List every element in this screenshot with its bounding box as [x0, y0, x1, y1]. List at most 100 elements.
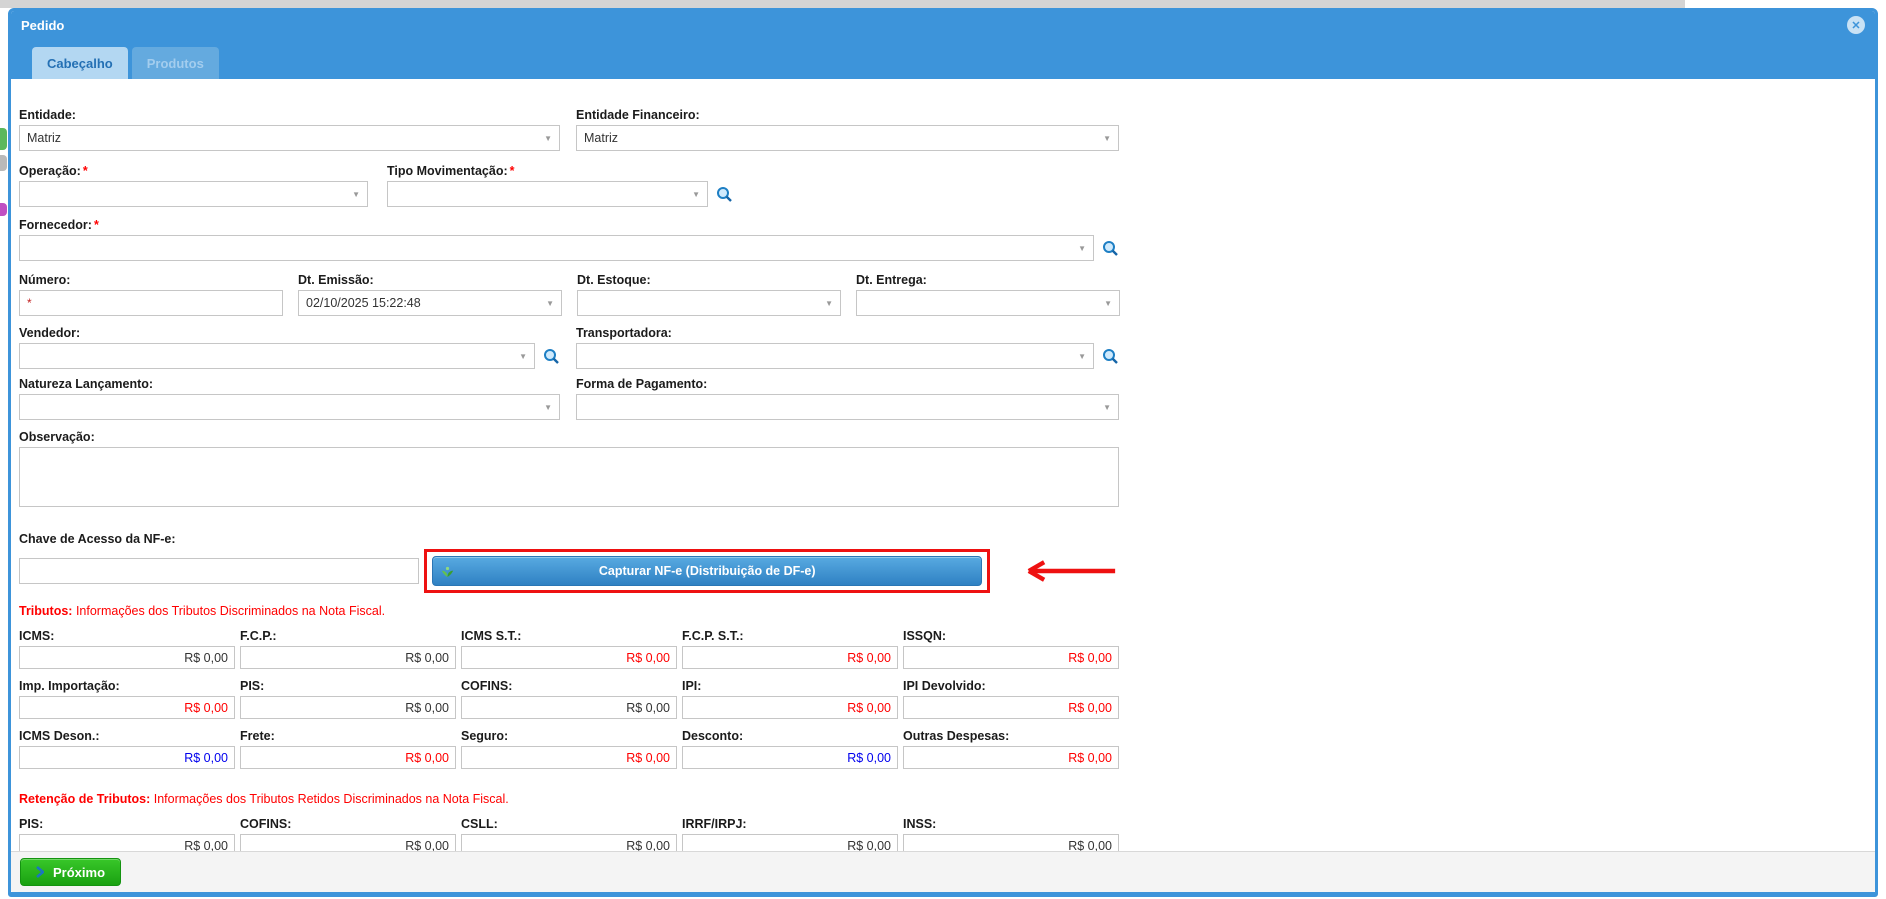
tax-field-label: F.C.P.:: [240, 628, 456, 644]
tax-field-label: Desconto:: [682, 728, 898, 744]
tax-field: IPI:R$ 0,00: [682, 678, 898, 719]
tax-value-input[interactable]: R$ 0,00: [461, 646, 677, 669]
tab-produtos[interactable]: Produtos: [132, 47, 219, 79]
tax-value-input[interactable]: R$ 0,00: [240, 834, 456, 851]
chevron-down-icon[interactable]: ▼: [825, 299, 833, 308]
tabstrip: Cabeçalho Produtos: [11, 39, 1875, 79]
tax-field-label: ICMS S.T.:: [461, 628, 677, 644]
search-icon[interactable]: [543, 348, 560, 365]
chevron-down-icon[interactable]: ▼: [519, 352, 527, 361]
tax-value-input[interactable]: R$ 0,00: [903, 646, 1119, 669]
next-chevron-icon: [36, 866, 44, 878]
tax-field: ICMS: R$ 0,00: [19, 628, 235, 669]
tax-value-input[interactable]: R$ 0,00: [461, 746, 677, 769]
chave-acesso-input[interactable]: [19, 558, 419, 584]
forma-pagamento-select[interactable]: ▼: [576, 394, 1119, 420]
tax-value-input[interactable]: R$ 0,00: [682, 834, 898, 851]
tributos-grid: ICMS: R$ 0,00 F.C.P.: R$ 0,00 ICMS S.T.: R$ 0…: [19, 628, 1119, 769]
tax-field: ISSQN:R$ 0,00: [903, 628, 1119, 669]
tax-value-input[interactable]: R$ 0,00: [903, 746, 1119, 769]
vendedor-label: Vendedor:: [19, 325, 560, 341]
transportadora-label: Transportadora:: [576, 325, 1119, 341]
entidade-value: Matriz: [27, 131, 538, 145]
fornecedor-select[interactable]: ▼: [19, 235, 1094, 261]
tax-value-input[interactable]: R$ 0,00: [903, 696, 1119, 719]
tipo-movimentacao-select[interactable]: ▼: [387, 181, 708, 207]
tax-value-input[interactable]: R$ 0,00: [240, 646, 456, 669]
vendedor-select[interactable]: ▼: [19, 343, 535, 369]
row-entidade: Entidade: Matriz ▼ Entidade Financeiro: …: [19, 107, 1119, 151]
forma-pagamento-label: Forma de Pagamento:: [576, 376, 1119, 392]
chevron-down-icon[interactable]: ▼: [1104, 299, 1112, 308]
tax-row: PIS:R$ 0,00COFINS:R$ 0,00CSLL:R$ 0,00IRR…: [19, 816, 1119, 851]
tab-cabecalho[interactable]: Cabeçalho: [32, 47, 128, 79]
tax-value-input[interactable]: R$ 0,00: [240, 746, 456, 769]
tax-value-input[interactable]: R$ 0,00: [240, 696, 456, 719]
modal-titlebar: Pedido ✕: [11, 11, 1875, 39]
observacao-label: Observação:: [19, 429, 1119, 445]
tax-value-input[interactable]: R$ 0,00: [682, 646, 898, 669]
dt-estoque-label: Dt. Estoque:: [577, 272, 841, 288]
numero-value: *: [27, 296, 32, 310]
close-icon[interactable]: ✕: [1847, 16, 1865, 34]
tax-field-label: ICMS:: [19, 628, 235, 644]
row-natureza: Natureza Lançamento: ▼ Forma de Pagament…: [19, 376, 1119, 420]
tipo-movimentacao-label: Tipo Movimentação:*: [387, 163, 733, 179]
chevron-down-icon[interactable]: ▼: [1078, 352, 1086, 361]
entidade-financeiro-select[interactable]: Matriz ▼: [576, 125, 1119, 151]
tax-field-label: PIS:: [19, 816, 235, 832]
chevron-down-icon[interactable]: ▼: [1078, 244, 1086, 253]
dt-entrega-select[interactable]: ▼: [856, 290, 1120, 316]
tax-field-label: COFINS:: [461, 678, 677, 694]
dt-emissao-value: 02/10/2025 15:22:48: [306, 296, 540, 310]
tax-value-input[interactable]: R$ 0,00: [903, 834, 1119, 851]
operacao-select[interactable]: ▼: [19, 181, 368, 207]
search-icon[interactable]: [1102, 240, 1119, 257]
capturar-nfe-button[interactable]: Capturar NF-e (Distribuição de DF-e): [432, 556, 982, 586]
numero-input[interactable]: *: [19, 290, 283, 316]
dt-emissao-select[interactable]: 02/10/2025 15:22:48 ▼: [298, 290, 562, 316]
tax-value-input[interactable]: R$ 0,00: [19, 696, 235, 719]
natureza-lancamento-select[interactable]: ▼: [19, 394, 560, 420]
tax-field: F.C.P.: R$ 0,00: [240, 628, 456, 669]
proximo-label: Próximo: [53, 865, 105, 880]
transportadora-select[interactable]: ▼: [576, 343, 1094, 369]
tax-value-input[interactable]: R$ 0,00: [19, 646, 235, 669]
required-marker: *: [94, 218, 99, 232]
numero-label: Número:: [19, 272, 283, 288]
dt-estoque-select[interactable]: ▼: [577, 290, 841, 316]
tax-field: F.C.P. S.T.:R$ 0,00: [682, 628, 898, 669]
tax-field: Frete:R$ 0,00: [240, 728, 456, 769]
chevron-down-icon[interactable]: ▼: [544, 403, 552, 412]
proximo-button[interactable]: Próximo: [20, 858, 121, 886]
background-page-topbar: [0, 0, 1685, 8]
tax-field-label: COFINS:: [240, 816, 456, 832]
search-icon[interactable]: [716, 186, 733, 203]
tax-value-input[interactable]: R$ 0,00: [19, 746, 235, 769]
entidade-select[interactable]: Matriz ▼: [19, 125, 560, 151]
chevron-down-icon[interactable]: ▼: [1103, 403, 1111, 412]
tax-value-input[interactable]: R$ 0,00: [682, 696, 898, 719]
background-page-edge: [0, 203, 7, 216]
chevron-down-icon[interactable]: ▼: [544, 134, 552, 143]
row-vendedor: Vendedor: ▼ Transportadora: ▼: [19, 325, 1119, 369]
chevron-down-icon[interactable]: ▼: [692, 190, 700, 199]
observacao-textarea[interactable]: [19, 447, 1119, 507]
tax-field: COFINS: R$ 0,00: [240, 816, 456, 851]
fornecedor-label: Fornecedor:*: [19, 217, 1119, 233]
tax-row: Imp. Importação:R$ 0,00PIS:R$ 0,00COFINS…: [19, 678, 1119, 719]
tax-value-input[interactable]: R$ 0,00: [461, 696, 677, 719]
retencao-grid: PIS:R$ 0,00COFINS:R$ 0,00CSLL:R$ 0,00IRR…: [19, 816, 1119, 851]
chevron-down-icon[interactable]: ▼: [1103, 134, 1111, 143]
tax-value-input[interactable]: R$ 0,00: [682, 746, 898, 769]
chevron-down-icon[interactable]: ▼: [546, 299, 554, 308]
search-icon[interactable]: [1102, 348, 1119, 365]
nfe-capture-icon: [441, 565, 454, 578]
form-content: Entidade: Matriz ▼ Entidade Financeiro: …: [11, 79, 1875, 851]
required-marker: *: [83, 164, 88, 178]
tax-field: Desconto: R$ 0,00: [682, 728, 898, 769]
tax-value-input[interactable]: R$ 0,00: [461, 834, 677, 851]
tax-field-label: CSLL:: [461, 816, 677, 832]
chevron-down-icon[interactable]: ▼: [352, 190, 360, 199]
tax-value-input[interactable]: R$ 0,00: [19, 834, 235, 851]
